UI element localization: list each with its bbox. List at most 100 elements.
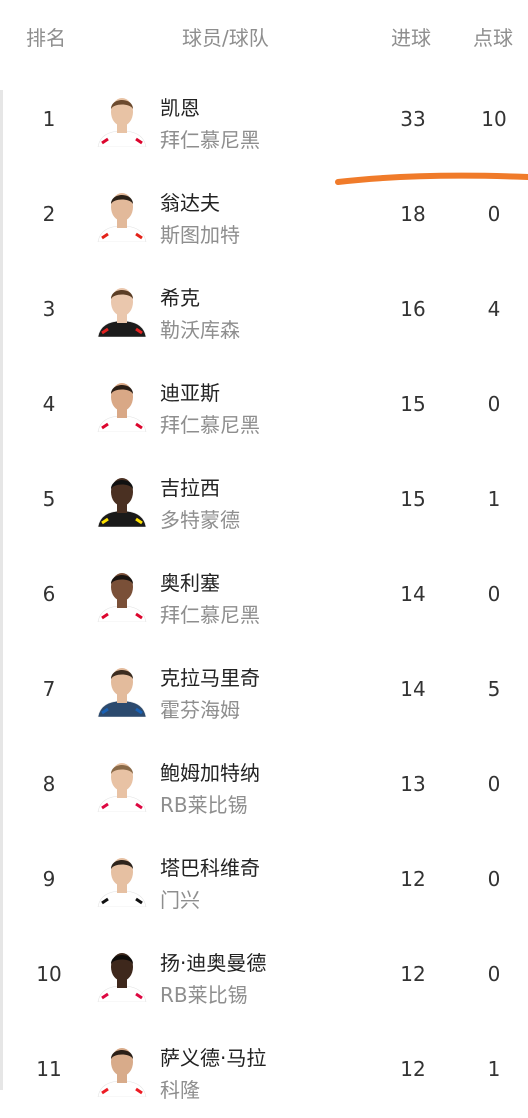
shirt-shape	[97, 225, 147, 242]
table-row[interactable]: 2 翁达夫 斯图加特 18 0	[0, 168, 528, 263]
shirt-shape	[97, 130, 147, 147]
team-name[interactable]: 门兴	[160, 884, 200, 913]
header-penalties[interactable]: 点球	[473, 22, 513, 51]
team-name[interactable]: 多特蒙德	[160, 504, 240, 533]
rank-number: 11	[36, 1057, 62, 1081]
player-avatar	[94, 376, 150, 432]
player-name[interactable]: 塔巴科维奇	[160, 852, 260, 881]
player-name[interactable]: 奥利塞	[160, 567, 220, 596]
team-name[interactable]: RB莱比锡	[160, 789, 248, 818]
team-name[interactable]: RB莱比锡	[160, 979, 248, 1008]
goals-value: 14	[400, 677, 426, 701]
header-player-team: 球员/球队	[182, 26, 269, 50]
team-name[interactable]: 拜仁慕尼黑	[160, 409, 260, 438]
table-header: 排名 球员/球队 进球 点球	[0, 0, 528, 72]
rank-number: 7	[42, 677, 56, 701]
rank-number: 2	[42, 202, 56, 226]
player-portrait-icon	[97, 288, 147, 337]
player-avatar	[94, 661, 150, 717]
rank-number: 3	[42, 297, 56, 321]
penalties-value: 0	[487, 772, 501, 796]
goals-value: 12	[400, 1057, 426, 1081]
goals-value: 12	[400, 962, 426, 986]
table-row[interactable]: 5 吉拉西 多特蒙德 15 1	[0, 453, 528, 548]
player-portrait-icon	[97, 383, 147, 432]
rank-number: 4	[42, 392, 56, 416]
team-name[interactable]: 斯图加特	[160, 219, 240, 248]
penalties-value: 0	[487, 202, 501, 226]
table-row[interactable]: 3 希克 勒沃库森 16 4	[0, 263, 528, 358]
player-name[interactable]: 希克	[160, 282, 200, 311]
table-row[interactable]: 4 迪亚斯 拜仁慕尼黑 15 0	[0, 358, 528, 453]
rank-number: 9	[42, 867, 56, 891]
penalties-value: 1	[487, 1057, 501, 1081]
goals-value: 15	[400, 392, 426, 416]
penalties-value: 0	[487, 867, 501, 891]
player-portrait-icon	[97, 1048, 147, 1097]
goals-value: 18	[400, 202, 426, 226]
penalties-value: 10	[481, 107, 507, 131]
player-portrait-icon	[97, 668, 147, 717]
player-avatar	[94, 281, 150, 337]
shirt-shape	[97, 415, 147, 432]
team-name[interactable]: 拜仁慕尼黑	[160, 124, 260, 153]
rank-number: 8	[42, 772, 56, 796]
table-row[interactable]: 10 扬·迪奥曼德 RB莱比锡 12 0	[0, 928, 528, 1023]
rank-number: 10	[36, 962, 62, 986]
player-name[interactable]: 吉拉西	[160, 472, 220, 501]
shirt-shape	[97, 320, 147, 337]
player-name[interactable]: 扬·迪奥曼德	[160, 947, 266, 976]
player-name[interactable]: 迪亚斯	[160, 377, 220, 406]
table-row[interactable]: 6 奥利塞 拜仁慕尼黑 14 0	[0, 548, 528, 643]
goals-value: 15	[400, 487, 426, 511]
player-name[interactable]: 鲍姆加特纳	[160, 757, 260, 786]
goals-value: 33	[400, 107, 426, 131]
player-portrait-icon	[97, 193, 147, 242]
penalties-value: 5	[487, 677, 501, 701]
team-name[interactable]: 科隆	[160, 1074, 200, 1103]
shirt-shape	[97, 1080, 147, 1097]
player-name[interactable]: 凯恩	[160, 92, 200, 121]
goals-value: 14	[400, 582, 426, 606]
penalties-value: 1	[487, 487, 501, 511]
player-portrait-icon	[97, 763, 147, 812]
rank-number: 5	[42, 487, 56, 511]
player-portrait-icon	[97, 573, 147, 622]
team-name[interactable]: 霍芬海姆	[160, 694, 240, 723]
goals-value: 13	[400, 772, 426, 796]
shirt-shape	[97, 700, 147, 717]
penalties-value: 0	[487, 582, 501, 606]
player-avatar	[94, 851, 150, 907]
player-name[interactable]: 萨义德·马拉	[160, 1042, 266, 1071]
player-name[interactable]: 克拉马里奇	[160, 662, 260, 691]
shirt-shape	[97, 605, 147, 622]
header-goals[interactable]: 进球	[391, 22, 431, 51]
scorer-list: 1 凯恩 拜仁慕尼黑 33 10 2 翁达夫 斯图加特 18 0 3 希克 勒沃…	[0, 73, 528, 1118]
team-name[interactable]: 勒沃库森	[160, 314, 240, 343]
penalties-value: 4	[487, 297, 501, 321]
player-name[interactable]: 翁达夫	[160, 187, 220, 216]
player-portrait-icon	[97, 478, 147, 527]
player-avatar	[94, 1041, 150, 1097]
player-avatar	[94, 756, 150, 812]
table-row[interactable]: 11 萨义德·马拉 科隆 12 1	[0, 1023, 528, 1118]
table-row[interactable]: 9 塔巴科维奇 门兴 12 0	[0, 833, 528, 928]
shirt-shape	[97, 795, 147, 812]
table-row[interactable]: 1 凯恩 拜仁慕尼黑 33 10	[0, 73, 528, 168]
table-row[interactable]: 7 克拉马里奇 霍芬海姆 14 5	[0, 643, 528, 738]
player-portrait-icon	[97, 858, 147, 907]
shirt-shape	[97, 890, 147, 907]
shirt-shape	[97, 510, 147, 527]
goals-value: 16	[400, 297, 426, 321]
player-portrait-icon	[97, 953, 147, 1002]
penalties-value: 0	[487, 962, 501, 986]
rank-number: 6	[42, 582, 56, 606]
team-name[interactable]: 拜仁慕尼黑	[160, 599, 260, 628]
player-avatar	[94, 471, 150, 527]
shirt-shape	[97, 985, 147, 1002]
player-avatar	[94, 566, 150, 622]
table-row[interactable]: 8 鲍姆加特纳 RB莱比锡 13 0	[0, 738, 528, 833]
player-avatar	[94, 186, 150, 242]
goals-value: 12	[400, 867, 426, 891]
header-rank[interactable]: 排名	[26, 22, 66, 51]
